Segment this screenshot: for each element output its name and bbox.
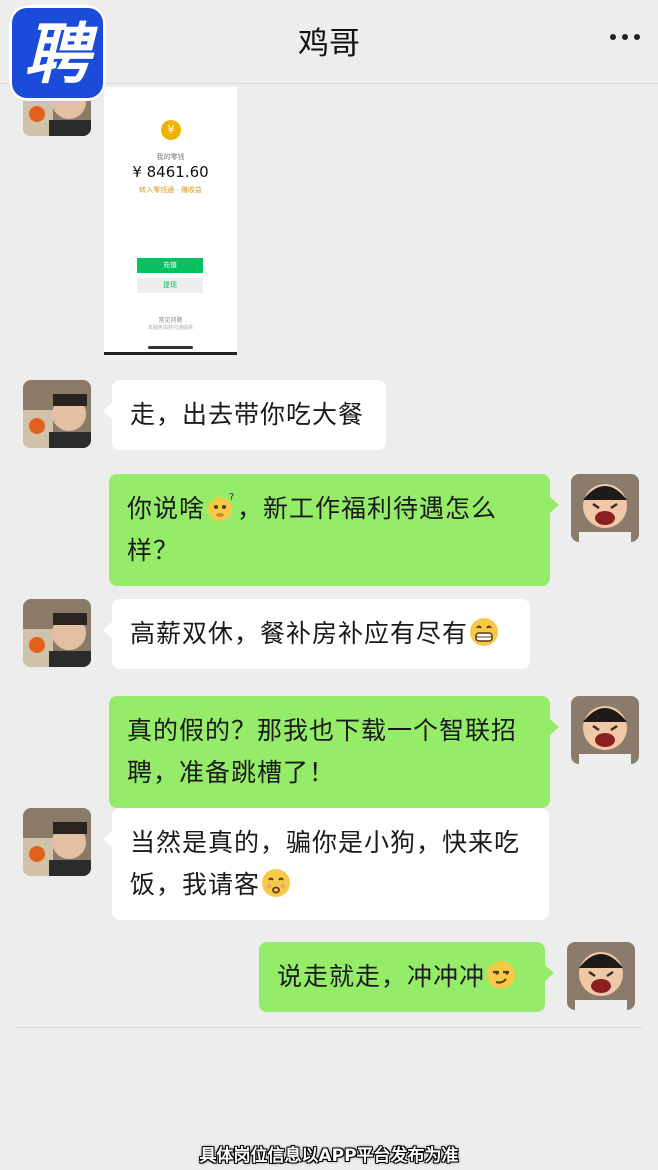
my-avatar[interactable] [571,474,639,542]
home-indicator [148,346,193,349]
message-bubble[interactable]: 真的假的？那我也下载一个智联招聘，准备跳槽了！ [109,696,559,808]
message-bubble[interactable]: 当然是真的，骗你是小狗，快来吃饭，我请客 [103,808,549,920]
my-avatar[interactable] [567,942,635,1010]
wallet-secondary-button: 提现 [137,278,203,293]
svg-text:?: ? [229,492,235,503]
kissing-emoji-icon [262,869,291,897]
thinking-emoji-icon: ? [208,492,235,521]
grin-emoji-icon [470,618,499,646]
message-text: 高薪双休，餐补房补应有尽有 [130,619,469,648]
message-text: 说走就走，冲冲冲 [277,962,486,991]
message-bubble[interactable]: 说走就走，冲冲冲 [259,942,554,1012]
message-text: 你说啥 [127,494,206,523]
message-bubble[interactable]: 你说啥? ，新工作福利待遇怎么样？ [109,474,559,586]
message-text: 真的假的？那我也下载一个智联招聘，准备跳槽了！ [127,716,518,787]
message-text: 走，出去带你吃大餐 [130,400,365,429]
more-options-icon[interactable] [610,34,640,40]
wallet-caption: 我的零钱 [156,153,185,161]
message-text: 当然是真的，骗你是小狗，快来吃饭，我请客 [130,828,521,899]
friend-avatar[interactable] [23,808,91,876]
app-logo: 聘 [9,5,106,101]
svg-text:聘: 聘 [24,16,98,93]
message-bubble[interactable]: 走，出去带你吃大餐 [103,380,386,450]
video-caption: 具体岗位信息以APP平台发布为准 [199,1146,459,1166]
wallet-footer-note: 本服务由财付通提供 [147,325,193,331]
friend-avatar[interactable] [23,380,91,448]
message-bubble[interactable]: 高薪双休，餐补房补应有尽有 [103,599,530,669]
wallet-subcaption: 转入零钱通 · 赚收益 [139,186,202,194]
chat-divider [16,1027,642,1028]
wallet-coin-icon: ¥ [161,120,181,140]
wallet-footer: 常见问题 [158,317,183,324]
wallet-screenshot-image[interactable]: ¥ 我的零钱 ¥ 8461.60 转入零钱通 · 赚收益 充值 提现 常见问题 … [104,87,237,355]
friend-avatar[interactable] [23,599,91,667]
wallet-primary-button: 充值 [137,258,203,273]
smirk-emoji-icon [487,961,516,989]
wallet-amount: ¥ 8461.60 [132,163,209,181]
my-avatar[interactable] [571,696,639,764]
